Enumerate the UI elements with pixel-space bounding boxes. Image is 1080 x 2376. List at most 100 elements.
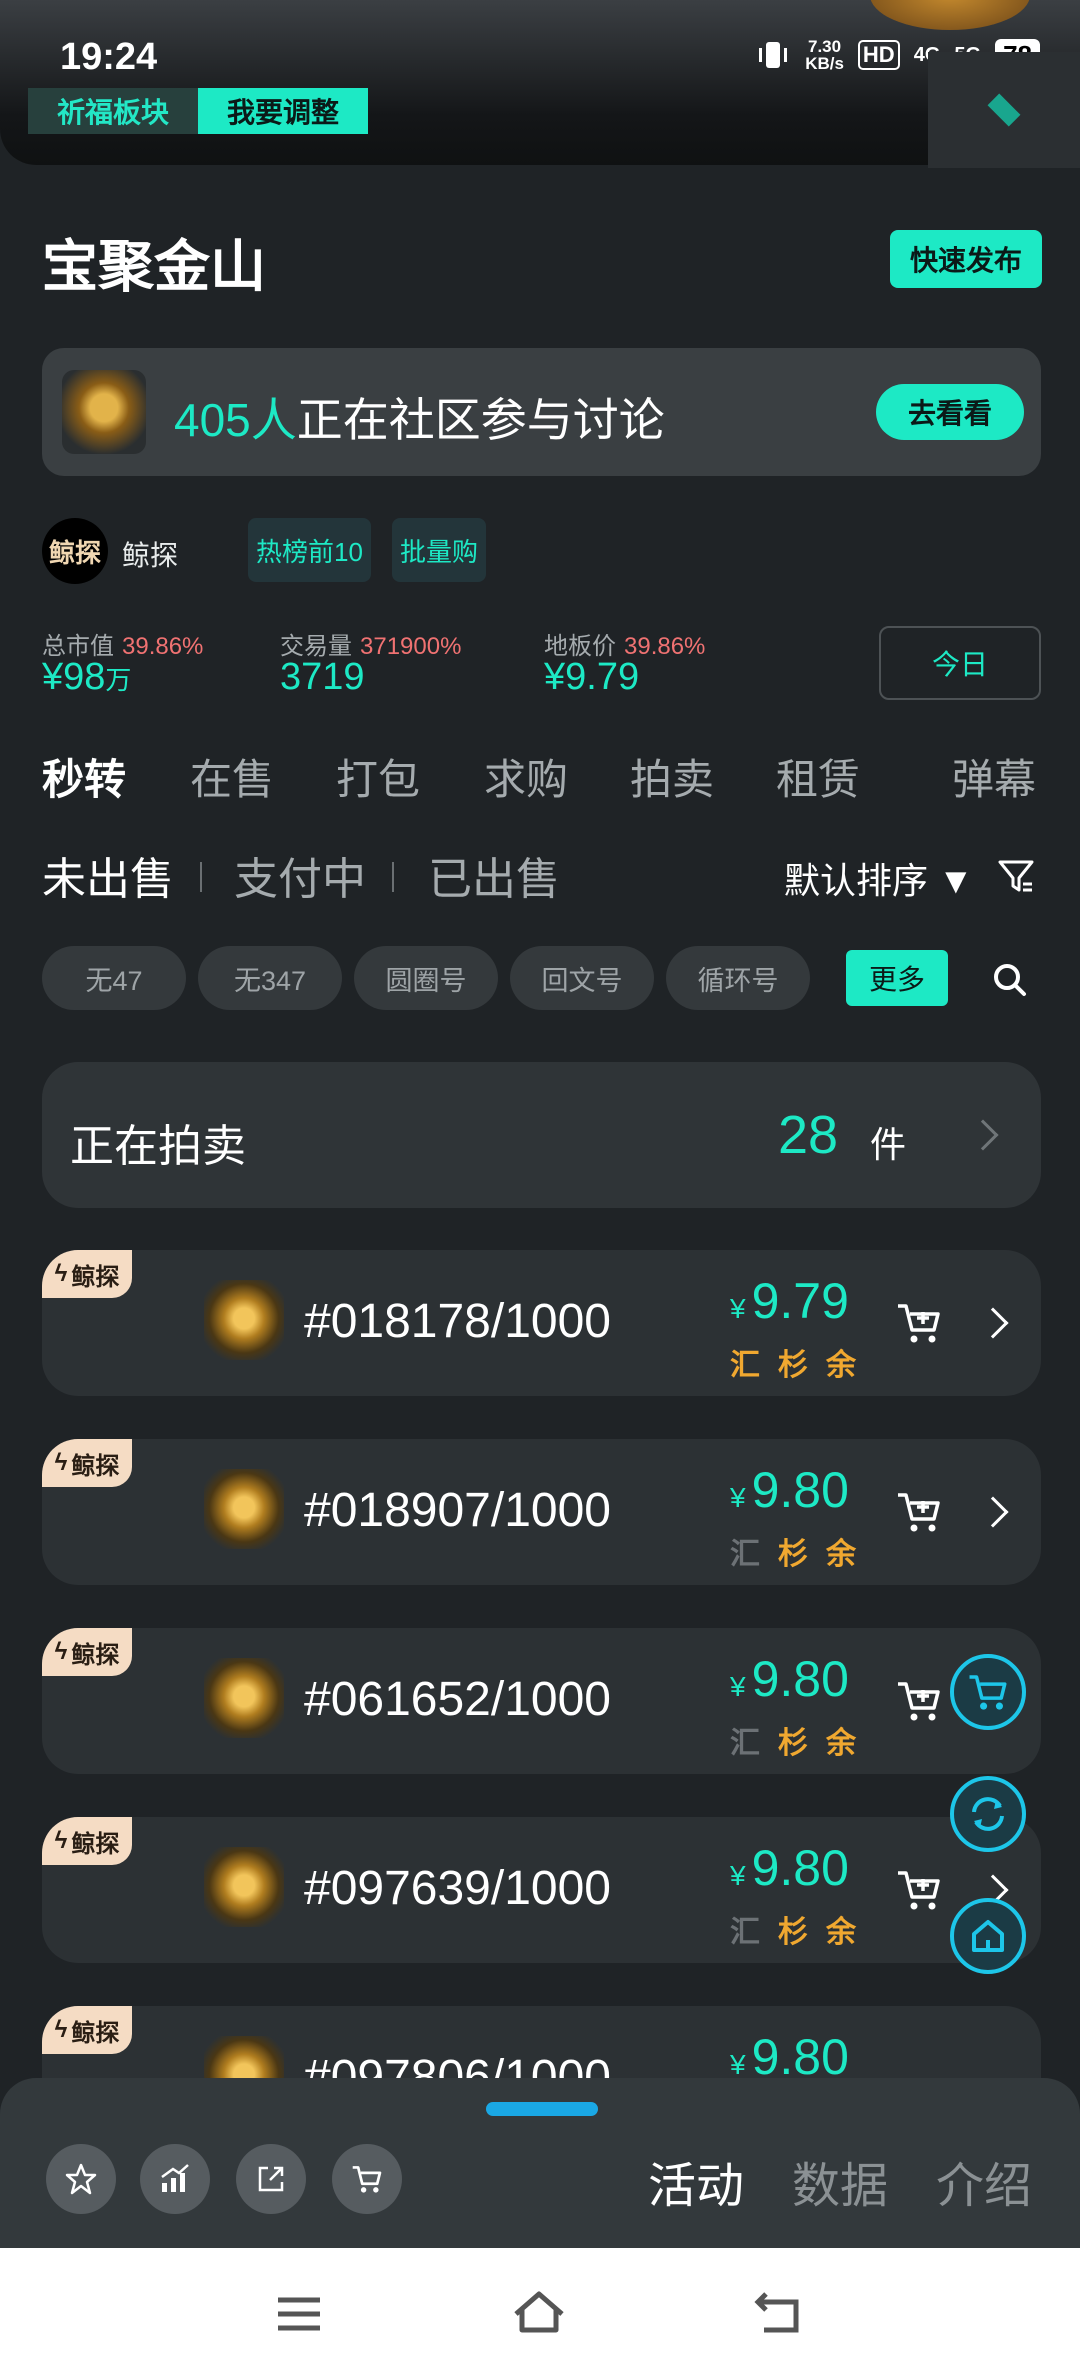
drag-handle[interactable] (486, 2102, 598, 2116)
trend-button[interactable] (140, 2144, 210, 2214)
item-price: ¥9.80 (730, 2029, 849, 2078)
cart-button[interactable] (332, 2144, 402, 2214)
item-price: ¥9.80 (730, 1840, 849, 1896)
tab-adjust[interactable]: 我要调整 (198, 88, 368, 134)
item-price: ¥9.80 (730, 1462, 849, 1518)
lightning-icon: ϟ (54, 1827, 68, 1854)
divider (200, 862, 202, 892)
stat-floor-price-value: ¥9.79 (544, 656, 640, 698)
chip-filter[interactable]: 无47 (42, 946, 186, 1010)
listing-row[interactable]: ϟ 鲸探 #097639/1000 ¥9.80 汇杉余 (42, 1817, 1041, 1963)
cart-icon (352, 2166, 382, 2193)
auction-count: 28 (778, 1105, 839, 1165)
auction-unit: 件 (870, 1124, 907, 1165)
stat-volume-value: 3719 (280, 656, 365, 698)
screen: 19:24 7.30KB/s HD 4G 5G 78 祈福板块 我要调整 宝聚金… (0, 0, 1080, 2376)
item-tags: 汇杉余 (730, 1916, 874, 1949)
vibrate-icon (759, 42, 788, 68)
go-see-button[interactable]: 去看看 (876, 384, 1024, 440)
add-to-cart-icon[interactable] (894, 1487, 944, 1537)
item-serial: #061652/1000 (304, 1673, 611, 1726)
community-caption: 正在社区参与讨论 (296, 394, 665, 446)
chip-filter[interactable]: 圆圈号 (354, 946, 498, 1010)
star-icon (65, 2163, 97, 2195)
back-icon[interactable] (752, 2290, 806, 2338)
community-banner[interactable]: 405人正在社区参与讨论 去看看 (42, 348, 1041, 476)
listing-row[interactable]: ϟ 鲸探 #061652/1000 ¥9.80 汇杉余 (42, 1628, 1041, 1774)
floating-cart-button[interactable] (950, 1654, 1026, 1730)
tab-prayer-board[interactable]: 祈福板块 (28, 88, 198, 134)
cart-icon (969, 1675, 1007, 1710)
item-serial: #097639/1000 (304, 1862, 611, 1915)
chip-filter[interactable]: 循环号 (666, 946, 810, 1010)
platform-badge: ϟ 鲸探 (42, 1817, 132, 1865)
tab-wanted[interactable]: 求购 (484, 746, 568, 807)
platform-badge: ϟ 鲸探 (42, 2006, 132, 2054)
filter-icon[interactable] (996, 856, 1036, 896)
tab-auction[interactable]: 拍卖 (630, 746, 714, 807)
subtab-unsold[interactable]: 未出售 (42, 843, 174, 907)
chevron-right-icon (967, 1119, 999, 1151)
item-thumbnail (204, 2036, 284, 2078)
search-icon[interactable] (990, 960, 1030, 1000)
chevron-right-icon (977, 1496, 1009, 1528)
divider (392, 862, 394, 892)
collapse-toggle[interactable] (928, 52, 1080, 168)
add-to-cart-icon[interactable] (894, 1676, 944, 1726)
favorite-button[interactable] (46, 2144, 116, 2214)
floating-home-button[interactable] (950, 1898, 1026, 1974)
tab-bundle[interactable]: 打包 (336, 746, 420, 807)
platform-badge: ϟ 鲸探 (42, 1250, 132, 1298)
floating-refresh-button[interactable] (950, 1776, 1026, 1852)
quick-publish-button[interactable]: 快速发布 (890, 230, 1042, 288)
tab-danmaku[interactable]: 弹幕 (952, 746, 1036, 807)
more-filters-button[interactable]: 更多 (846, 950, 948, 1006)
share-icon (258, 2166, 284, 2192)
auction-label: 正在拍卖 (70, 1122, 246, 1171)
subtab-paying[interactable]: 支付中 (234, 843, 366, 907)
lightning-icon: ϟ (54, 1260, 68, 1287)
avatar[interactable]: 鲸探 (42, 518, 108, 584)
refresh-icon (972, 1797, 1004, 1831)
item-thumbnail (204, 1658, 284, 1738)
tab-intro[interactable]: 介绍 (936, 2146, 1032, 2216)
lightning-icon: ϟ (54, 1449, 68, 1476)
subtab-sold[interactable]: 已出售 (428, 843, 560, 907)
auction-summary[interactable]: 正在拍卖 28 件 (42, 1062, 1041, 1208)
listing-row[interactable]: ϟ 鲸探 #018907/1000 ¥9.80 汇杉余 (42, 1439, 1041, 1585)
add-to-cart-icon[interactable] (894, 1298, 944, 1348)
tab-rental[interactable]: 租赁 (776, 746, 860, 807)
listing-row[interactable]: ϟ 鲸探 #097806/1000 ¥9.80 (42, 2006, 1041, 2078)
share-button[interactable] (236, 2144, 306, 2214)
add-to-cart-icon[interactable] (894, 1865, 944, 1915)
item-serial: #097806/1000 (304, 2051, 611, 2078)
chip-filter[interactable]: 回文号 (510, 946, 654, 1010)
item-tags: 汇杉余 (730, 1538, 874, 1571)
home-nav-icon[interactable] (512, 2290, 566, 2338)
chip-filter[interactable]: 无347 (198, 946, 342, 1010)
network-speed: 7.30 KB/s (805, 37, 844, 73)
menu-icon[interactable] (272, 2290, 326, 2338)
community-text: 405人正在社区参与讨论 (174, 384, 665, 450)
lightning-icon: ϟ (54, 1638, 68, 1665)
item-serial: #018907/1000 (304, 1484, 611, 1537)
collection-thumbnail (62, 370, 146, 454)
item-price: ¥9.80 (730, 1651, 849, 1707)
lightning-icon: ϟ (54, 2016, 68, 2043)
period-select-button[interactable]: 今日 (879, 626, 1041, 700)
tab-data[interactable]: 数据 (792, 2146, 888, 2216)
hot-top10-tag[interactable]: 热榜前10 (248, 518, 371, 582)
tab-on-sale[interactable]: 在售 (190, 746, 274, 807)
item-thumbnail (204, 1847, 284, 1927)
author-name[interactable]: 鲸探 (122, 534, 178, 574)
participant-count: 405人 (174, 394, 297, 446)
tab-activity[interactable]: 活动 (648, 2146, 744, 2216)
listing-row[interactable]: ϟ 鲸探 #018178/1000 ¥9.79 汇杉余 (42, 1250, 1041, 1396)
diamond-icon (987, 93, 1021, 127)
item-thumbnail (204, 1280, 284, 1360)
stat-market-cap-value: ¥98万 (42, 656, 132, 698)
bulk-buy-tag[interactable]: 批量购 (392, 518, 487, 582)
tab-instant-transfer[interactable]: 秒转 (42, 746, 126, 807)
sort-dropdown[interactable]: 默认排序 ▼ (784, 852, 974, 904)
platform-badge: ϟ 鲸探 (42, 1439, 132, 1487)
